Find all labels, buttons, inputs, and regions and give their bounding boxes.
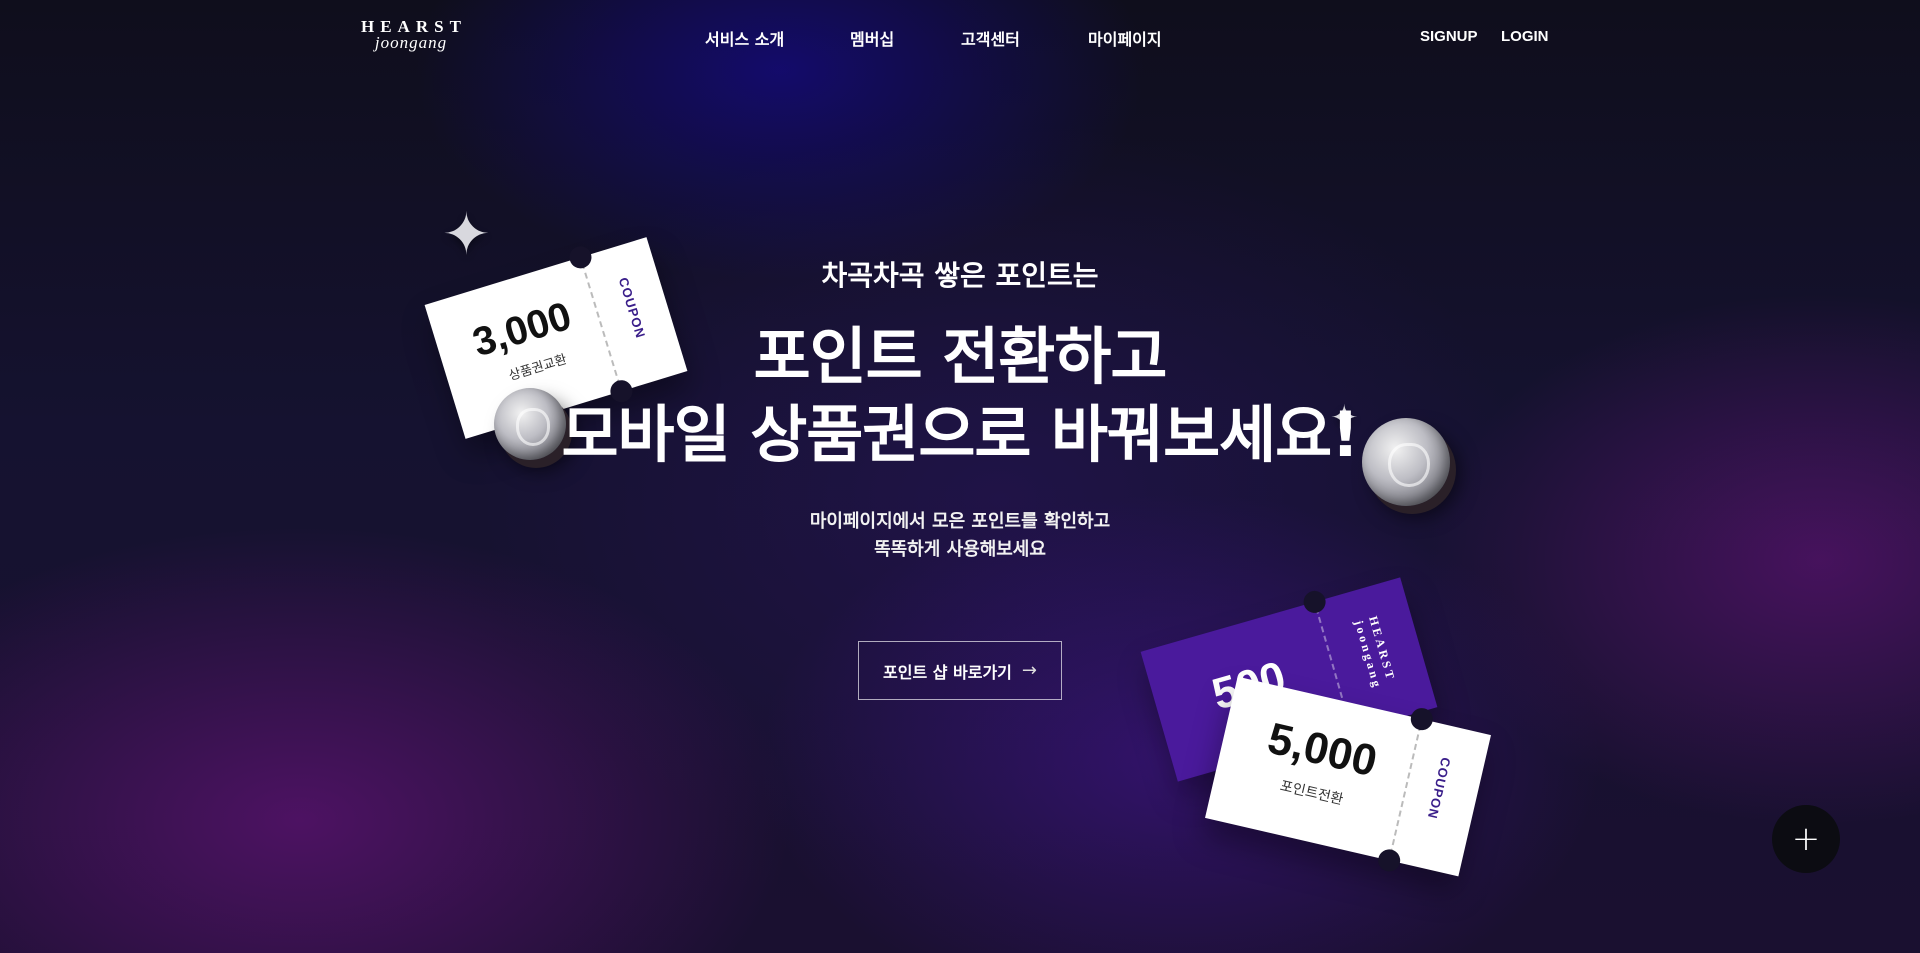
hero-title-line2: 모바일 상품권으로 바꿔보세요! [561,398,1360,471]
signup-link[interactable]: SIGNUP [1420,28,1478,45]
coupon-decoration: 5,000 포인트전환 COUPON [1205,676,1491,877]
nav-item-service-intro[interactable]: 서비스 소개 [705,26,784,50]
hero-desc-line2: 똑똑하게 사용해보세요 [874,539,1046,560]
nav-item-customer-center[interactable]: 고객센터 [961,26,1020,50]
login-link[interactable]: LOGIN [1501,28,1549,45]
site-header: HEARST joongang 서비스 소개 멤버십 고객센터 마이페이지 SI… [0,0,1920,74]
arrow-right-icon: → [1021,660,1037,681]
hero-desc-line1: 마이페이지에서 모은 포인트를 확인하고 [809,511,1111,532]
coupon-notch [1375,847,1403,874]
point-shop-button[interactable]: 포인트 샵 바로가기 → [858,641,1062,700]
floating-plus-button[interactable]: + [1772,805,1840,873]
hero-kicker: 차곡차곡 쌓은 포인트는 [821,259,1099,292]
hero-title-line1: 포인트 전환하고 [753,320,1168,393]
coupon-amount: 5,000 [1263,713,1382,787]
coupon-label: 포인트전환 [1278,778,1345,809]
plus-icon: + [1791,819,1821,859]
nav-item-mypage[interactable]: 마이페이지 [1088,26,1162,50]
nav-item-membership[interactable]: 멤버십 [850,26,894,50]
hero-title: 포인트 전환하고 모바일 상품권으로 바꿔보세요! [0,318,1920,474]
hero-description: 마이페이지에서 모은 포인트를 확인하고 똑똑하게 사용해보세요 [0,508,1920,564]
main-nav: 서비스 소개 멤버십 고객센터 마이페이지 [0,26,1920,50]
coupon-notch [1301,588,1329,616]
point-shop-button-label: 포인트 샵 바로가기 [883,662,1012,682]
coupon-tag: COUPON [1424,755,1454,821]
coupon-perforation [1389,724,1422,855]
